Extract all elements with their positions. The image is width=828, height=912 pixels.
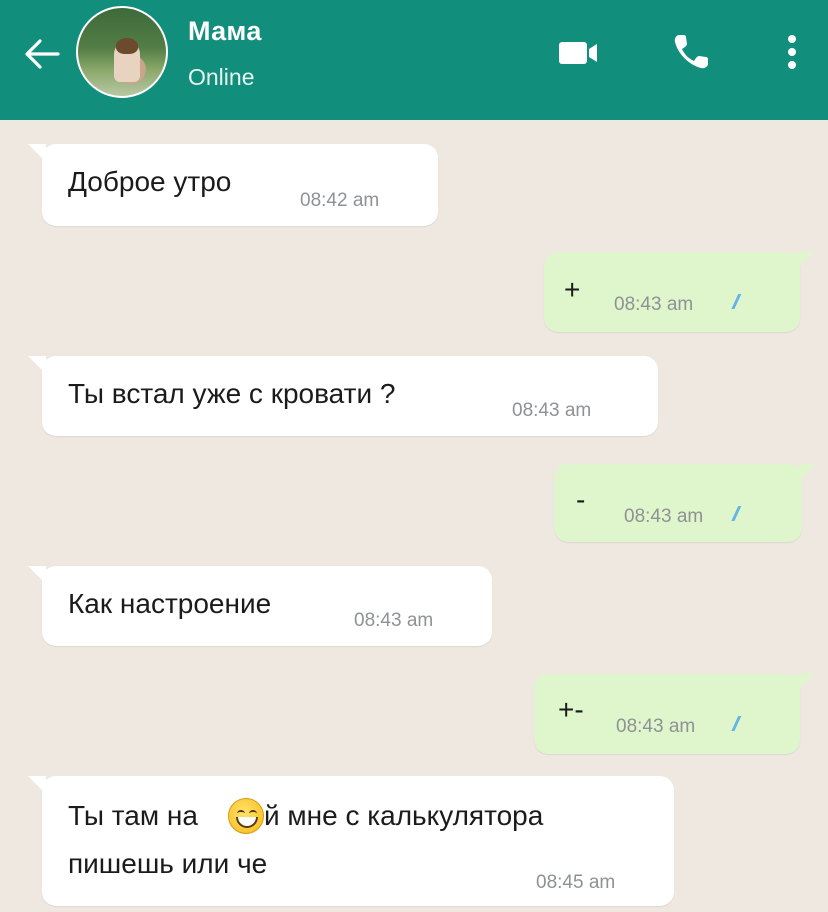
- contact-avatar[interactable]: [76, 6, 168, 98]
- message-text: +: [564, 274, 581, 305]
- contact-name[interactable]: Мама: [188, 16, 262, 47]
- more-options-button[interactable]: [768, 26, 816, 78]
- message-text: +-: [558, 694, 584, 725]
- incoming-message[interactable]: Ты встал уже с кровати ? 08:43 am: [28, 356, 658, 436]
- message-time: 08:42 am: [300, 190, 380, 211]
- outgoing-message[interactable]: +- 08:43 am //: [534, 674, 814, 754]
- message-list[interactable]: Доброе утро 08:42 am + 08:43 am // Ты вс…: [0, 120, 828, 912]
- message-time: 08:43 am: [512, 400, 592, 421]
- contact-status: Online: [188, 64, 255, 90]
- video-camera-icon: [559, 42, 597, 64]
- outgoing-message[interactable]: + 08:43 am //: [544, 252, 814, 332]
- avatar-hair: [116, 38, 138, 54]
- message-time: 08:43 am: [616, 716, 696, 737]
- video-call-button[interactable]: [548, 26, 610, 78]
- emoji-mouth: [236, 817, 258, 828]
- grinning-face-emoji: [228, 798, 264, 834]
- message-time: 08:43 am: [614, 294, 694, 315]
- message-time: 08:45 am: [536, 872, 616, 893]
- incoming-message[interactable]: Ты там на й мне с калькулятора пишешь ил…: [28, 776, 674, 906]
- message-text: Как настроение: [68, 588, 272, 619]
- message-text-line2: пишешь или че: [68, 848, 268, 879]
- incoming-message[interactable]: Доброе утро 08:42 am: [28, 144, 438, 226]
- emoji-eye: [237, 810, 245, 817]
- back-button[interactable]: [14, 28, 70, 80]
- message-time: 08:43 am: [624, 506, 704, 527]
- message-text: Ты встал уже с кровати ?: [68, 378, 396, 409]
- voice-call-button[interactable]: [660, 26, 722, 78]
- message-text: -: [576, 484, 586, 515]
- back-arrow-icon: [25, 39, 60, 69]
- emoji-eye: [249, 810, 257, 817]
- phone-icon: [674, 35, 708, 69]
- more-vertical-icon: [788, 35, 796, 69]
- message-text: Доброе утро: [68, 166, 232, 197]
- incoming-message[interactable]: Как настроение 08:43 am: [28, 566, 492, 646]
- message-text: Ты там на: [68, 800, 198, 831]
- message-time: 08:43 am: [354, 610, 434, 631]
- chat-header: Мама Online: [0, 0, 828, 120]
- outgoing-message[interactable]: - 08:43 am //: [554, 464, 816, 542]
- message-text: й мне с калькулятора: [264, 800, 544, 831]
